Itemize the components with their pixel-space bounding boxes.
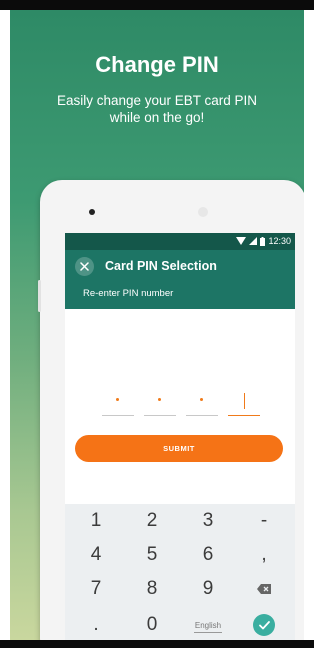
submit-button[interactable]: SUBMIT — [75, 435, 283, 462]
key-4[interactable]: 4 — [68, 538, 124, 572]
pin-digit-3[interactable] — [186, 389, 218, 416]
done-key[interactable] — [236, 608, 292, 640]
language-key[interactable]: English — [180, 608, 236, 640]
check-icon — [258, 620, 270, 629]
backspace-key[interactable] — [236, 572, 292, 606]
phone-volume-button — [38, 280, 41, 312]
language-label: English — [194, 620, 222, 630]
phone-sensor — [198, 207, 208, 217]
key-comma[interactable]: , — [236, 538, 292, 572]
pin-digit-2[interactable] — [144, 389, 176, 416]
phone-camera — [89, 209, 95, 215]
key-7[interactable]: 7 — [68, 572, 124, 606]
pin-digit-4[interactable] — [228, 389, 260, 416]
app-bar-title: Card PIN Selection — [105, 259, 217, 273]
bottom-black-bar — [0, 640, 314, 648]
key-2[interactable]: 2 — [124, 504, 180, 538]
battery-icon — [260, 236, 266, 246]
close-icon — [80, 262, 89, 271]
language-underline — [194, 632, 222, 633]
backspace-icon — [257, 584, 271, 594]
key-6[interactable]: 6 — [180, 538, 236, 572]
promo-subtitle: Easily change your EBT card PIN while on… — [56, 93, 258, 125]
app-bar-subtitle: Re-enter PIN number — [83, 288, 174, 299]
app-bar: Card PIN Selection Re-enter PIN number — [65, 250, 295, 309]
phone-screen: 12:30 Card PIN Selection Re-enter PIN nu… — [65, 233, 295, 640]
close-button[interactable] — [75, 257, 94, 276]
key-5[interactable]: 5 — [124, 538, 180, 572]
key-period[interactable]: . — [68, 608, 124, 640]
key-9[interactable]: 9 — [180, 572, 236, 606]
pin-digit-1[interactable] — [102, 389, 134, 416]
phone-mockup: 12:30 Card PIN Selection Re-enter PIN nu… — [38, 180, 304, 640]
status-bar: 12:30 — [65, 233, 295, 250]
promo-banner: Change PIN Easily change your EBT card P… — [10, 10, 304, 640]
key-8[interactable]: 8 — [124, 572, 180, 606]
top-black-bar — [0, 0, 314, 10]
numeric-keypad: 1 2 3 - 4 5 6 , 7 8 9 . 0 English — [65, 504, 295, 640]
wifi-icon — [236, 237, 247, 245]
key-minus[interactable]: - — [236, 504, 292, 538]
status-time: 12:30 — [268, 236, 291, 246]
signal-icon — [249, 237, 258, 245]
key-1[interactable]: 1 — [68, 504, 124, 538]
key-3[interactable]: 3 — [180, 504, 236, 538]
promo-title: Change PIN — [95, 52, 219, 77]
key-0[interactable]: 0 — [124, 608, 180, 640]
